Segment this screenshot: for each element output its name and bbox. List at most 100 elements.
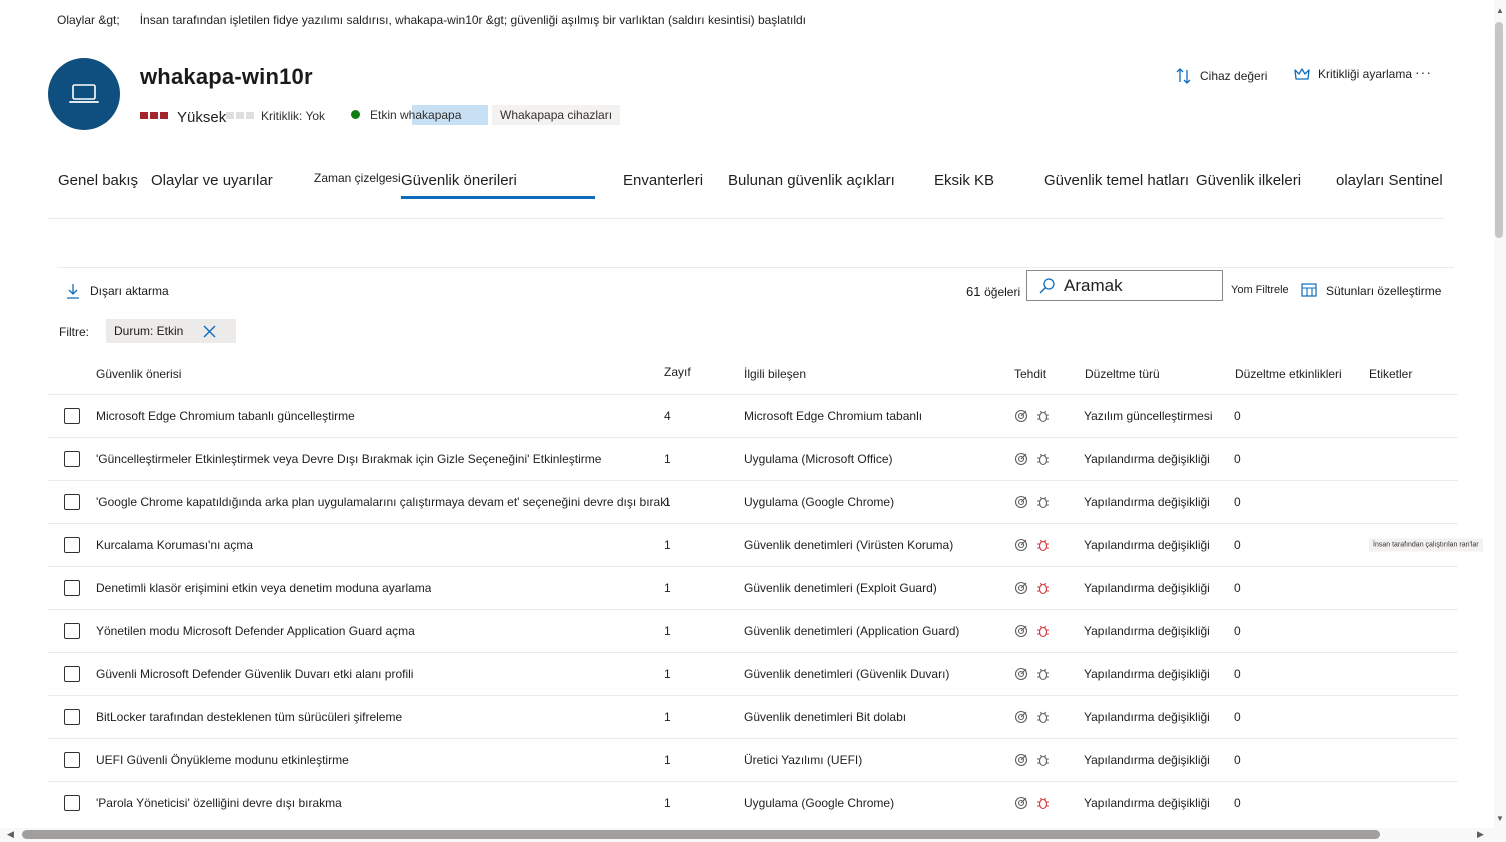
risk-level-label: Yüksek — [177, 109, 227, 126]
recommendation-name[interactable]: Güvenli Microsoft Defender Güvenlik Duva… — [96, 667, 413, 681]
scroll-up-arrow[interactable]: ▲ — [1496, 6, 1504, 15]
recommendation-name[interactable]: Microsoft Edge Chromium tabanlı güncelle… — [96, 409, 355, 423]
table-row[interactable]: BitLocker tarafından desteklenen tüm sür… — [48, 695, 1458, 738]
columns-icon — [1301, 283, 1317, 297]
set-criticality-button[interactable]: Kritikliği ayarlama — [1294, 67, 1412, 81]
export-button[interactable]: Dışarı aktarma — [66, 283, 169, 299]
tab-missing-kb[interactable]: Eksik KB — [934, 172, 994, 189]
search-box[interactable]: Aramak — [1026, 270, 1223, 301]
tab-vulnerabilities[interactable]: Bulunan güvenlik açıkları — [728, 172, 895, 189]
related-component: Uygulama (Google Chrome) — [744, 796, 895, 810]
recommendation-name[interactable]: 'Güncelleştirmeler Etkinleştirmek veya D… — [96, 452, 601, 466]
column-header-component[interactable]: İlgili bileşen — [744, 367, 806, 381]
criticality-label: Kritiklik: Yok — [261, 109, 326, 123]
exploit-target-icon — [1014, 538, 1028, 552]
horizontal-scroll-thumb[interactable] — [22, 830, 1380, 839]
bug-icon — [1037, 625, 1049, 638]
scroll-down-arrow[interactable]: ▼ — [1496, 814, 1504, 823]
recommendation-name[interactable]: Kurcalama Koruması'nı açma — [96, 538, 253, 552]
exploit-target-icon — [1014, 710, 1028, 724]
close-icon[interactable] — [203, 325, 216, 338]
recommendation-name[interactable]: Yönetilen modu Microsoft Defender Applic… — [96, 624, 415, 638]
filter-chip-label: Durum: Etkin — [114, 324, 184, 338]
breadcrumb: Olaylar &gt; İnsan tarafından işletilen f… — [57, 13, 806, 27]
tab-timeline[interactable]: Zaman çizelgesi — [314, 171, 401, 185]
table-row[interactable]: 'Güncelleştirmeler Etkinleştirmek veya D… — [48, 437, 1458, 480]
column-header-recommendation[interactable]: Güvenlik önerisi — [96, 367, 181, 381]
table-row[interactable]: UEFI Güvenli Önyükleme modunu etkinleşti… — [48, 738, 1458, 781]
related-component: Microsoft Edge Chromium tabanlı — [744, 409, 923, 423]
tab-security-policies[interactable]: Güvenlik ilkeleri — [1196, 172, 1301, 189]
column-header-remediation-type[interactable]: Düzeltme türü — [1085, 367, 1160, 381]
weakness-count: 1 — [664, 495, 671, 509]
more-actions-button[interactable]: ··· — [1415, 64, 1432, 80]
tab-overview[interactable]: Genel bakış — [58, 172, 138, 189]
tab-sentinel-events[interactable]: olayları Sentinel — [1336, 172, 1443, 189]
tag-badge: İnsan tarafından çalıştırılan ran'lar — [1369, 538, 1483, 552]
row-checkbox[interactable] — [64, 537, 80, 553]
vertical-scroll-thumb[interactable] — [1495, 22, 1503, 238]
recommendation-name[interactable]: 'Parola Yöneticisi' özelliğini devre dış… — [96, 796, 342, 810]
row-checkbox[interactable] — [64, 666, 80, 682]
tab-incidents-alerts[interactable]: Olaylar ve uyarılar — [151, 172, 273, 189]
related-component: Üretici Yazılımı (UEFI) — [744, 753, 863, 767]
customize-columns-button[interactable]: Sütunları özelleştirme — [1301, 283, 1441, 299]
tab-inventories[interactable]: Envanterleri — [623, 172, 703, 189]
table-row[interactable]: 'Google Chrome kapatıldığında arka plan … — [48, 480, 1458, 523]
exploit-target-icon — [1014, 667, 1028, 681]
filter-button[interactable]: Yom Filtrele — [1231, 284, 1289, 296]
table-row[interactable]: Microsoft Edge Chromium tabanlı güncelle… — [48, 394, 1458, 437]
device-value-button[interactable]: Cihaz değeri — [1176, 67, 1267, 85]
filter-chip: Durum: Etkin — [106, 319, 236, 343]
recommendation-name[interactable]: BitLocker tarafından desteklenen tüm sür… — [96, 710, 402, 724]
related-component: Güvenlik denetimleri (Güvenlik Duvarı) — [744, 667, 950, 681]
threat-indicators — [1014, 667, 1050, 681]
threat-indicators — [1014, 796, 1050, 810]
tabs-divider — [48, 218, 1444, 219]
tab-security-recommendations[interactable]: Güvenlik önerileri — [401, 172, 517, 189]
column-header-tags[interactable]: Etiketler — [1369, 367, 1412, 381]
row-checkbox[interactable] — [64, 795, 80, 811]
scroll-right-arrow[interactable]: ▶ — [1477, 829, 1484, 840]
row-checkbox[interactable] — [64, 494, 80, 510]
row-checkbox[interactable] — [64, 709, 80, 725]
related-component: Uygulama (Google Chrome) — [744, 495, 895, 509]
related-component: Güvenlik denetimleri Bit dolabı — [744, 710, 907, 724]
remediation-activities: 0 — [1234, 495, 1241, 509]
toolbar-divider — [57, 267, 1454, 268]
active-tab-indicator — [401, 196, 595, 199]
recommendation-name[interactable]: 'Google Chrome kapatıldığında arka plan … — [96, 495, 670, 509]
column-header-weakness[interactable]: Zayıf — [664, 365, 691, 379]
device-group-tag[interactable]: Whakapapa cihazları — [492, 105, 621, 125]
table-row[interactable]: Güvenli Microsoft Defender Güvenlik Duva… — [48, 652, 1458, 695]
status-dot — [351, 110, 360, 119]
threat-indicators — [1014, 710, 1050, 724]
related-component: Uygulama (Microsoft Office) — [744, 452, 893, 466]
column-header-activities[interactable]: Düzeltme etkinlikleri — [1235, 367, 1342, 381]
table-row[interactable]: Denetimli klasör erişimini etkin veya de… — [48, 566, 1458, 609]
table-row[interactable]: 'Parola Yöneticisi' özelliğini devre dış… — [48, 781, 1458, 824]
row-checkbox[interactable] — [64, 580, 80, 596]
search-input[interactable]: Aramak — [1064, 276, 1123, 296]
row-checkbox[interactable] — [64, 752, 80, 768]
remediation-type: Yapılandırma değişikliği — [1084, 624, 1210, 638]
scroll-left-arrow[interactable]: ◀ — [7, 829, 14, 840]
remediation-activities: 0 — [1234, 409, 1241, 423]
export-label: Dışarı aktarma — [90, 284, 169, 298]
remediation-type: Yapılandırma değişikliği — [1084, 495, 1210, 509]
bug-icon — [1037, 496, 1049, 509]
recommendation-name[interactable]: UEFI Güvenli Önyükleme modunu etkinleşti… — [96, 753, 349, 767]
column-header-threat[interactable]: Tehdit — [1014, 367, 1046, 381]
device-name: whakapa-win10r — [140, 64, 313, 89]
weakness-count: 1 — [664, 796, 671, 810]
threat-indicators — [1014, 581, 1050, 595]
row-checkbox[interactable] — [64, 408, 80, 424]
table-row[interactable]: Yönetilen modu Microsoft Defender Applic… — [48, 609, 1458, 652]
row-checkbox[interactable] — [64, 451, 80, 467]
exploit-target-icon — [1014, 452, 1028, 466]
breadcrumb-incidents-link[interactable]: Olaylar &gt; — [57, 13, 120, 27]
tab-security-baselines[interactable]: Güvenlik temel hatları — [1044, 172, 1189, 189]
recommendation-name[interactable]: Denetimli klasör erişimini etkin veya de… — [96, 581, 431, 595]
table-row[interactable]: Kurcalama Koruması'nı açma 1 Güvenlik dene… — [48, 523, 1483, 566]
row-checkbox[interactable] — [64, 623, 80, 639]
